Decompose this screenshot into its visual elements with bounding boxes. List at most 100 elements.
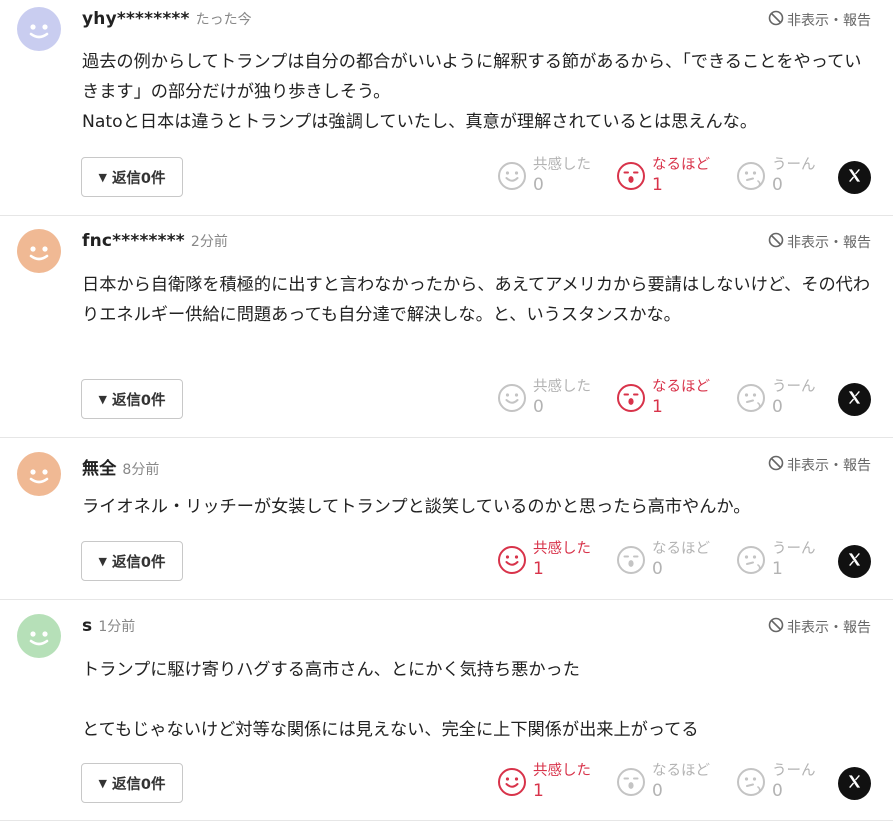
prohibit-icon (768, 10, 787, 30)
reaction-text: うーん 0 (772, 762, 816, 802)
comment-body: トランプに駆け寄りハグする高市さん、とにかく気持ち悪かった とてもじゃないけど対… (82, 660, 699, 740)
comment-header: fnc******** 2分前 (82, 231, 228, 255)
naruhodo-button[interactable]: なるほど 1 (616, 378, 710, 418)
reaction-text: うーん 0 (772, 156, 816, 196)
x-icon (847, 168, 862, 187)
hide-report-link[interactable]: 非表示・報告 (768, 617, 871, 637)
smile-icon (497, 383, 527, 413)
empathize-button[interactable]: 共感した 0 (497, 156, 591, 196)
reaction-text: なるほど 1 (652, 378, 710, 418)
prohibit-icon (768, 617, 787, 637)
x-icon (847, 552, 862, 571)
comment-body: 日本から自衛隊を積極的に出すと言わなかったから、あえてアメリカから要請はしないけ… (82, 275, 871, 325)
uun-button[interactable]: うーん 0 (736, 156, 816, 196)
reply-button[interactable]: ▼ 返信0件 (81, 379, 183, 419)
hide-report-link[interactable]: 非表示・報告 (768, 232, 871, 252)
username[interactable]: fnc******** (82, 231, 185, 251)
uun-button[interactable]: うーん 1 (736, 540, 816, 580)
reaction-text: 共感した 1 (533, 762, 591, 802)
reaction-text: 共感した 0 (533, 156, 591, 196)
reaction-label: うーん (772, 763, 816, 779)
hmm-icon (736, 545, 766, 575)
username[interactable]: 無全 (82, 454, 116, 479)
avatar (17, 452, 61, 496)
username[interactable]: yhy******** (82, 9, 190, 29)
reaction-count: 1 (652, 397, 663, 417)
reply-label: 返信0件 (111, 170, 166, 187)
reaction-text: 共感した 0 (533, 378, 591, 418)
reply-button[interactable]: ▼ 返信0件 (81, 763, 183, 803)
caret-down-icon: ▼ (98, 554, 107, 568)
reply-label: 返信0件 (111, 392, 166, 409)
reaction-label: なるほど (652, 157, 710, 173)
reaction-count: 1 (652, 175, 663, 195)
reaction-text: 共感した 1 (533, 540, 591, 580)
timestamp: 8分前 (122, 462, 160, 478)
reaction-count: 0 (772, 175, 783, 195)
reaction-label: うーん (772, 157, 816, 173)
reaction-count: 1 (772, 559, 783, 579)
surprise-icon (616, 545, 646, 575)
empathize-button[interactable]: 共感した 1 (497, 762, 591, 802)
reaction-text: うーん 1 (772, 540, 816, 580)
reaction-label: 共感した (533, 379, 591, 395)
hide-report-link[interactable]: 非表示・報告 (768, 10, 871, 30)
prohibit-icon (768, 455, 787, 475)
hmm-icon (736, 767, 766, 797)
reaction-count: 0 (772, 781, 783, 801)
reaction-label: なるほど (652, 379, 710, 395)
x-share-button[interactable] (838, 383, 871, 416)
reaction-text: なるほど 0 (652, 540, 710, 580)
reaction-count: 0 (533, 397, 544, 417)
comment-divider (0, 599, 893, 600)
reaction-label: 共感した (533, 763, 591, 779)
reaction-count: 0 (652, 781, 663, 801)
smile-icon (497, 545, 527, 575)
reaction-label: 共感した (533, 157, 591, 173)
hide-report-link[interactable]: 非表示・報告 (768, 455, 871, 475)
uun-button[interactable]: うーん 0 (736, 762, 816, 802)
reaction-text: なるほど 1 (652, 156, 710, 196)
reaction-label: うーん (772, 379, 816, 395)
x-share-button[interactable] (838, 767, 871, 800)
comment-body: ライオネル・リッチーが女装してトランプと談笑しているのかと思ったら高市やんか。 (82, 497, 751, 517)
comment-body: 過去の例からしてトランプは自分の都合がいいように解釈する節があるから、「できるこ… (82, 52, 862, 132)
comment-divider (0, 820, 893, 821)
comment-divider (0, 437, 893, 438)
x-share-button[interactable] (838, 161, 871, 194)
reaction-label: 共感した (533, 541, 591, 557)
reaction-text: うーん 0 (772, 378, 816, 418)
comment-header: 無全 8分前 (82, 454, 160, 479)
surprise-icon (616, 161, 646, 191)
hmm-icon (736, 161, 766, 191)
naruhodo-button[interactable]: なるほど 0 (616, 762, 710, 802)
prohibit-icon (768, 232, 787, 252)
reaction-text: なるほど 0 (652, 762, 710, 802)
reaction-label: なるほど (652, 541, 710, 557)
avatar (17, 7, 61, 51)
surprise-icon (616, 383, 646, 413)
reaction-label: なるほど (652, 763, 710, 779)
caret-down-icon: ▼ (98, 776, 107, 790)
empathize-button[interactable]: 共感した 0 (497, 378, 591, 418)
reaction-count: 0 (652, 559, 663, 579)
username[interactable]: s (82, 616, 92, 636)
uun-button[interactable]: うーん 0 (736, 378, 816, 418)
reply-button[interactable]: ▼ 返信0件 (81, 541, 183, 581)
smile-icon (497, 161, 527, 191)
hide-report-label: 非表示・報告 (787, 235, 871, 251)
x-icon (847, 390, 862, 409)
avatar (17, 229, 61, 273)
comment-divider (0, 215, 893, 216)
timestamp: 2分前 (190, 234, 228, 250)
x-share-button[interactable] (838, 545, 871, 578)
naruhodo-button[interactable]: なるほど 0 (616, 540, 710, 580)
smile-icon (497, 767, 527, 797)
reply-button[interactable]: ▼ 返信0件 (81, 157, 183, 197)
avatar (17, 614, 61, 658)
naruhodo-button[interactable]: なるほど 1 (616, 156, 710, 196)
empathize-button[interactable]: 共感した 1 (497, 540, 591, 580)
timestamp: 1分前 (98, 619, 136, 635)
timestamp: たった今 (195, 12, 252, 28)
reaction-count: 0 (772, 397, 783, 417)
